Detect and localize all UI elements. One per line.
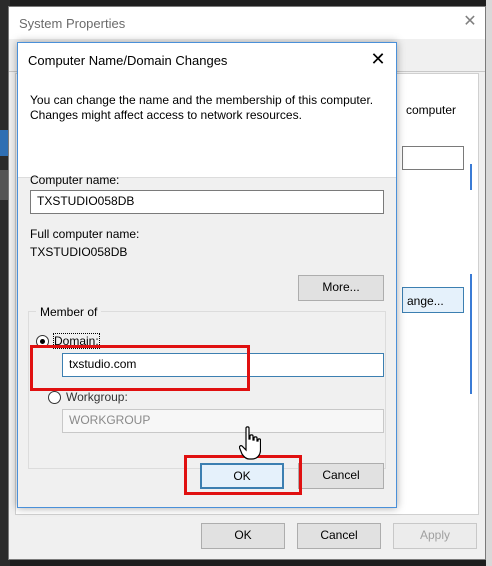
workgroup-radio[interactable] — [48, 391, 61, 404]
member-of-label: Member of — [36, 305, 102, 319]
computer-name-input[interactable]: TXSTUDIO058DB — [30, 190, 384, 214]
background-input — [402, 146, 464, 170]
close-icon[interactable]: ✕ — [368, 49, 388, 69]
description-text: You can change the name and the membersh… — [30, 93, 374, 122]
full-computer-name-label: Full computer name: — [30, 227, 140, 241]
ok-button-background[interactable]: OK — [201, 523, 285, 549]
hand-cursor-icon — [239, 426, 261, 460]
background-text: computer — [406, 103, 457, 117]
close-icon[interactable]: ✕ — [461, 13, 479, 31]
domain-highlight-box — [30, 345, 250, 391]
dialog-titlebar: Computer Name/Domain Changes ✕ — [18, 43, 396, 77]
ok-highlight-box — [184, 455, 302, 495]
left-edge-icon — [0, 130, 8, 156]
system-properties-titlebar: System Properties ✕ — [9, 7, 485, 39]
background-link-marks — [470, 274, 478, 394]
computer-name-dialog: Computer Name/Domain Changes ✕ You can c… — [17, 42, 397, 508]
apply-button[interactable]: Apply — [393, 523, 477, 549]
more-button[interactable]: More... — [298, 275, 384, 301]
workgroup-label[interactable]: Workgroup: — [66, 390, 128, 404]
change-button[interactable]: ange... — [402, 287, 464, 313]
window-title: System Properties — [19, 16, 126, 31]
dialog-title: Computer Name/Domain Changes — [28, 53, 228, 68]
full-computer-name-value: TXSTUDIO058DB — [30, 245, 128, 259]
workgroup-input[interactable]: WORKGROUP — [62, 409, 384, 433]
computer-name-label: Computer name: — [30, 173, 120, 187]
left-edge-icon — [0, 170, 8, 200]
cancel-button[interactable]: Cancel — [298, 463, 384, 489]
description-panel: You can change the name and the membersh… — [18, 77, 396, 178]
background-link-marks — [470, 164, 478, 190]
cancel-button-background[interactable]: Cancel — [297, 523, 381, 549]
background-window-right — [486, 0, 492, 566]
